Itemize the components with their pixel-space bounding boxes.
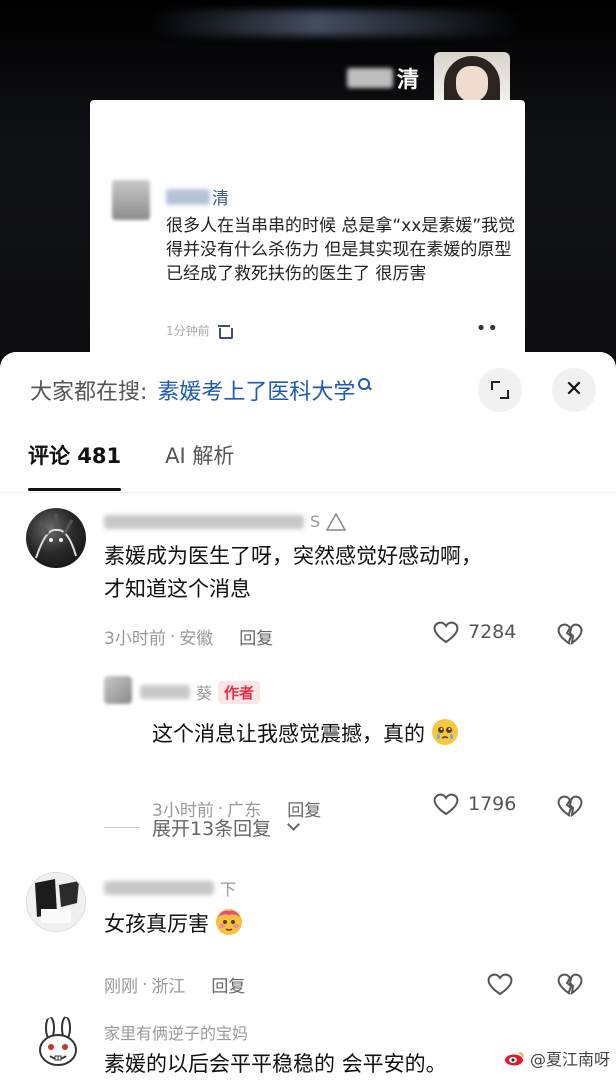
trending-search-row: 大家都在搜: 素媛考上了医科大学 — [30, 372, 371, 408]
author-badge: 作者 — [218, 680, 261, 704]
header-username: 清 — [346, 62, 420, 94]
post-time: 1分钟前 — [166, 324, 210, 338]
heart-icon[interactable] — [486, 972, 514, 996]
comment-avatar[interactable] — [26, 872, 86, 932]
broken-heart-icon[interactable] — [556, 622, 584, 646]
divider-line — [104, 827, 140, 828]
expand-button[interactable] — [478, 368, 522, 412]
post-meta: 1分钟前 — [166, 322, 233, 339]
like-count: 1796 — [468, 793, 517, 815]
post-avatar[interactable] — [112, 180, 150, 220]
expand-icon — [491, 381, 509, 399]
expand-replies-label: 展开13条回复 — [152, 818, 272, 840]
broken-heart-icon[interactable] — [556, 794, 584, 818]
blurred-name — [346, 68, 393, 88]
reply-author-name[interactable]: 葵 作者 — [140, 680, 261, 704]
comment-avatar[interactable] — [32, 1016, 86, 1070]
warning-icon — [326, 512, 347, 531]
blurred-name — [166, 188, 210, 205]
teary-face-emoji-icon — [431, 719, 458, 745]
blurred-name — [104, 881, 214, 895]
close-icon: ✕ — [564, 377, 584, 402]
watermark-text: @夏江南呀 — [529, 1050, 610, 1069]
comment-meta: 3小时前 · 安徽 回复 — [104, 624, 273, 650]
blurred-name — [140, 685, 190, 699]
comment-time: 3小时前 — [104, 629, 166, 649]
trash-icon[interactable] — [217, 324, 233, 339]
like-count: 7284 — [468, 621, 517, 643]
more-options-icon[interactable]: •• — [476, 318, 499, 339]
reply-text: 这个消息让我感觉震撼，真的 — [152, 718, 458, 751]
heart-icon — [433, 621, 459, 644]
post-author-name[interactable]: 清 — [166, 184, 229, 209]
tab-ai-analysis[interactable]: AI 解析 — [165, 440, 234, 470]
post-text: 很多人在当串串的时候 总是拿“xx是素媛”我觉得并没有什么杀伤力 但是其实现在素… — [166, 216, 516, 284]
like-button[interactable]: 1796 — [432, 792, 516, 816]
comment-author-name[interactable]: 家里有俩逆子的宝妈 — [104, 1020, 248, 1044]
reply-avatar[interactable] — [104, 676, 132, 704]
comment-author-name[interactable]: 下 — [104, 876, 236, 900]
close-button[interactable]: ✕ — [552, 368, 596, 412]
comment-text: 女孩真厉害 — [104, 908, 242, 941]
screen-glare — [150, 10, 520, 36]
comment-text: 素媛的以后会平平稳稳的 会平安的。 — [104, 1052, 447, 1076]
comment-location: 安徽 — [179, 629, 214, 649]
trending-search-link[interactable]: 素媛考上了医科大学 — [157, 374, 355, 406]
expand-replies-button[interactable]: 展开13条回复 — [104, 814, 301, 841]
comment-sheet: 大家都在搜: 素媛考上了医科大学 ✕ 评论 481 AI 解析 S 素媛成为医生… — [0, 352, 616, 1080]
blurred-name — [104, 514, 304, 529]
chevron-down-icon — [287, 818, 301, 831]
heart-icon — [433, 793, 459, 816]
comment-tabs: 评论 481 AI 解析 — [28, 440, 234, 491]
comment-meta: 刚刚 · 浙江 回复 — [104, 972, 245, 998]
search-icon[interactable] — [358, 377, 371, 391]
tab-comments[interactable]: 评论 481 — [28, 440, 122, 491]
comment-location: 浙江 — [151, 977, 186, 997]
comment-time: 刚刚 — [104, 977, 138, 997]
tab-divider — [0, 492, 616, 493]
like-button[interactable]: 7284 — [432, 620, 516, 644]
weibo-icon — [504, 1052, 524, 1066]
blushing-face-emoji-icon — [215, 909, 242, 935]
comment-avatar[interactable] — [26, 508, 86, 568]
header-name-text: 清 — [396, 68, 420, 93]
reply-button[interactable]: 回复 — [211, 972, 245, 997]
post-card: 清 很多人在当串串的时候 总是拿“xx是素媛”我觉得并没有什么杀伤力 但是其实现… — [90, 100, 525, 370]
video-background: 清 清 很多人在当串串的时候 总是拿“xx是素媛”我觉得并没有什么杀伤力 但是其… — [0, 0, 616, 380]
weibo-watermark: @夏江南呀 — [504, 1046, 610, 1070]
reply-button[interactable]: 回复 — [239, 624, 273, 649]
comment-text: 素媛成为医生了呀，突然感觉好感动啊， 才知道这个消息 — [104, 544, 482, 601]
trending-search-label: 大家都在搜: — [30, 380, 148, 405]
broken-heart-icon[interactable] — [556, 972, 584, 996]
comment-author-name[interactable]: S — [104, 512, 347, 531]
